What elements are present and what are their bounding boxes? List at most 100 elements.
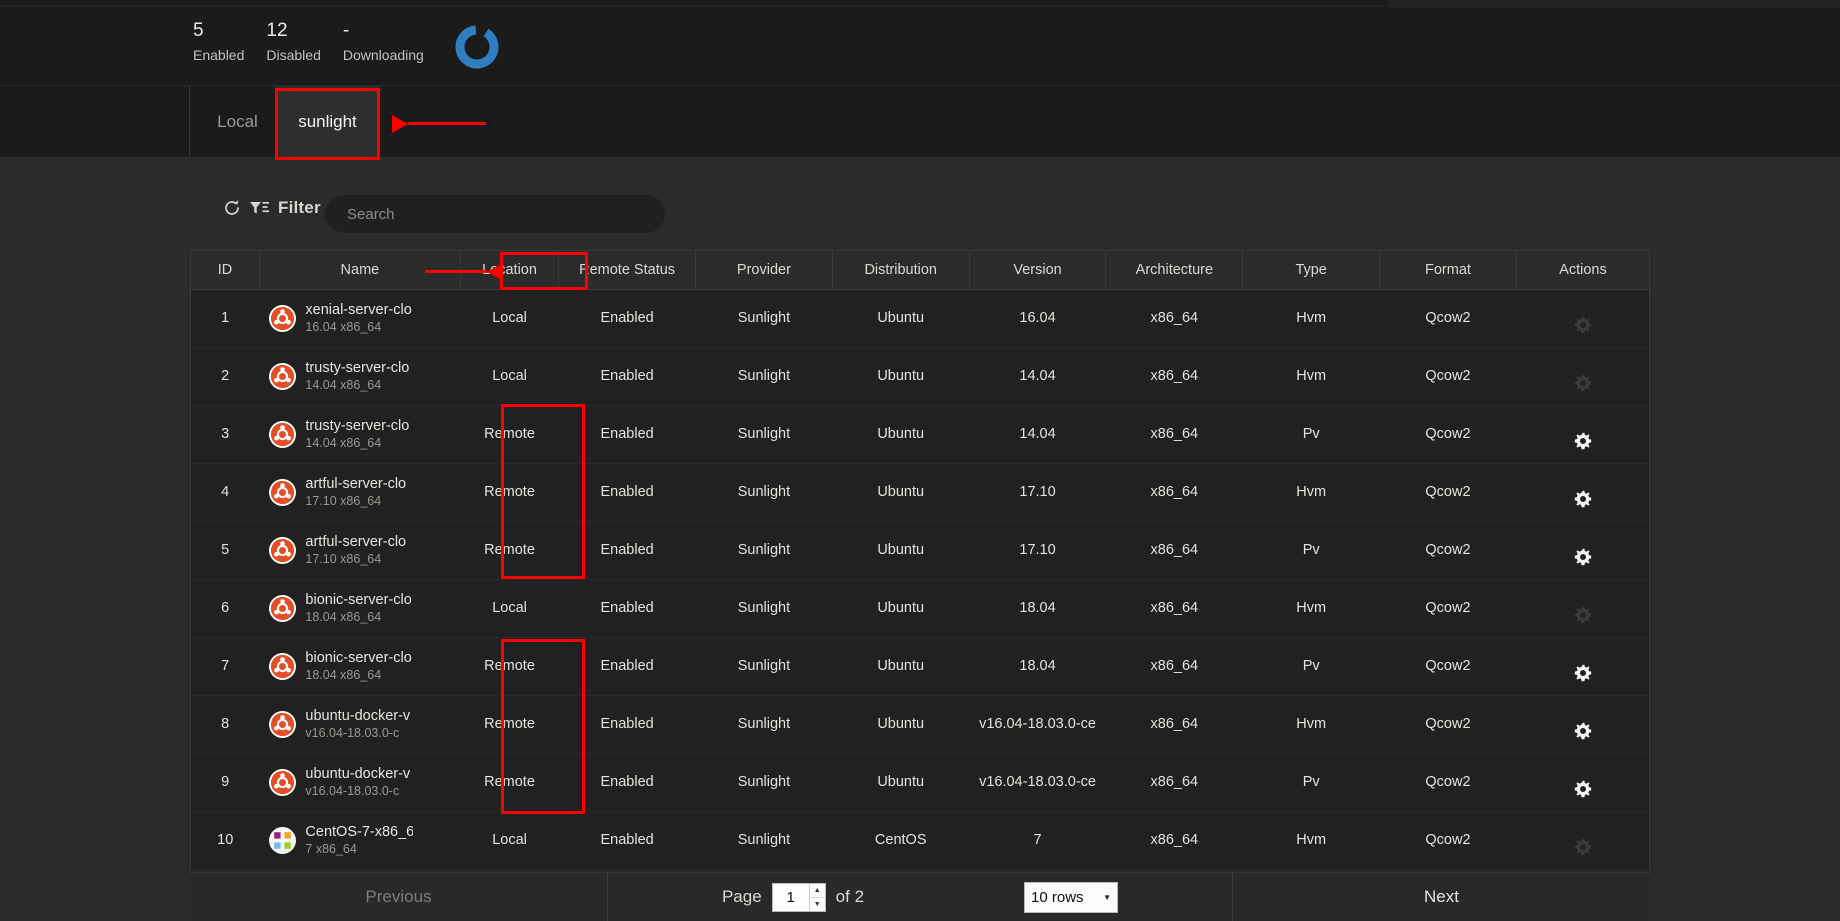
cell-name[interactable]: CentOS-7-x86_6 7 x86_64 <box>259 811 461 870</box>
cell-type: Pv <box>1242 637 1380 696</box>
cell-actions[interactable] <box>1516 521 1649 580</box>
table-row[interactable]: 3 trusty-server-clo 14.04 x86_64 Remote Enab… <box>191 405 1649 464</box>
table-row[interactable]: 2 trusty-server-clo 14.04 x86_64 Local Enabl… <box>191 347 1649 406</box>
table-row[interactable]: 1 xenial-server-clo 16.04 x86_64 Local Enabl… <box>191 289 1649 348</box>
cell-actions[interactable] <box>1516 579 1649 638</box>
gear-icon[interactable] <box>1574 316 1592 334</box>
refresh-icon[interactable] <box>222 198 242 218</box>
rows-per-page-select[interactable]: 10 rows ▼ <box>1024 881 1119 913</box>
col-header-provider[interactable]: Provider <box>695 251 833 290</box>
gear-icon[interactable] <box>1574 548 1592 566</box>
col-header-id[interactable]: ID <box>191 251 260 290</box>
cell-name[interactable]: xenial-server-clo 16.04 x86_64 <box>259 289 461 348</box>
image-name: CentOS-7-x86_6 <box>305 823 414 840</box>
cell-name[interactable]: ubuntu-docker-v v16.04-18.03.0-c <box>259 695 461 754</box>
col-header-name[interactable]: Name <box>259 251 461 290</box>
next-page-button[interactable]: Next <box>1232 872 1650 921</box>
table-row[interactable]: 4 artful-server-clo 17.10 x86_64 Remote Enab… <box>191 463 1649 522</box>
table-row[interactable]: 8 ubuntu-docker-v v16.04-18.03.0-c Remote En… <box>191 695 1649 754</box>
col-header-location[interactable]: Location <box>460 251 560 290</box>
cell-distribution: Ubuntu <box>832 289 970 348</box>
cell-name[interactable]: trusty-server-clo 14.04 x86_64 <box>259 405 461 464</box>
cell-version: v16.04-18.03.0-ce <box>969 695 1106 754</box>
previous-page-button[interactable]: Previous <box>190 872 608 921</box>
col-header-format[interactable]: Format <box>1379 251 1517 290</box>
tab-local[interactable]: Local <box>190 86 285 158</box>
cell-name[interactable]: ubuntu-docker-v v16.04-18.03.0-c <box>259 753 461 812</box>
table-row[interactable]: 7 bionic-server-clo 18.04 x86_64 Remote Enab… <box>191 637 1649 696</box>
cell-actions[interactable] <box>1516 347 1649 406</box>
search-input[interactable] <box>325 195 665 233</box>
cell-distribution: Ubuntu <box>832 521 970 580</box>
cell-version: 17.10 <box>969 463 1106 522</box>
cell-remote-status: Enabled <box>558 695 696 754</box>
cell-id: 3 <box>191 405 260 464</box>
filter-bar[interactable]: Filter <box>222 198 321 218</box>
page-number-stepper[interactable]: 1 ▲ ▼ <box>771 882 826 912</box>
stat-disabled-label: Disabled <box>266 47 321 63</box>
cell-architecture: x86_64 <box>1105 811 1243 870</box>
cell-architecture: x86_64 <box>1105 521 1243 580</box>
cell-version: 14.04 <box>969 347 1106 406</box>
cell-actions[interactable] <box>1516 811 1649 870</box>
gear-icon[interactable] <box>1574 664 1592 682</box>
cell-actions[interactable] <box>1516 289 1649 348</box>
image-name: bionic-server-clo <box>305 649 412 666</box>
col-header-remote-status[interactable]: Remote Status <box>558 251 696 290</box>
cell-architecture: x86_64 <box>1105 289 1243 348</box>
cell-name[interactable]: artful-server-clo 17.10 x86_64 <box>259 463 461 522</box>
ubuntu-logo-icon <box>269 768 297 796</box>
images-table: ID Name Location Remote Status Provider … <box>190 250 1650 870</box>
gear-icon[interactable] <box>1574 432 1592 450</box>
cell-architecture: x86_64 <box>1105 347 1243 406</box>
cell-actions[interactable] <box>1516 637 1649 696</box>
cell-location: Remote <box>460 695 559 754</box>
cell-actions[interactable] <box>1516 753 1649 812</box>
cell-actions[interactable] <box>1516 463 1649 522</box>
page-stepper-up-icon[interactable]: ▲ <box>809 883 825 898</box>
cell-location: Remote <box>460 463 559 522</box>
image-name-sub: v16.04-18.03.0-c <box>305 783 400 798</box>
cell-architecture: x86_64 <box>1105 579 1243 638</box>
cell-id: 2 <box>191 347 260 406</box>
image-name-sub: v16.04-18.03.0-c <box>305 725 400 740</box>
cell-name[interactable]: trusty-server-clo 14.04 x86_64 <box>259 347 461 406</box>
table-row[interactable]: 9 ubuntu-docker-v v16.04-18.03.0-c Remote En… <box>191 753 1649 812</box>
page-stepper-down-icon[interactable]: ▼ <box>809 897 825 911</box>
cell-actions[interactable] <box>1516 405 1649 464</box>
gear-icon[interactable] <box>1574 722 1592 740</box>
tab-sunlight[interactable]: sunlight <box>275 86 380 158</box>
cell-architecture: x86_64 <box>1105 637 1243 696</box>
cell-format: Qcow2 <box>1379 811 1517 870</box>
col-header-version[interactable]: Version <box>969 251 1107 290</box>
col-header-architecture[interactable]: Architecture <box>1105 251 1244 290</box>
cell-actions[interactable] <box>1516 695 1649 754</box>
gear-icon[interactable] <box>1574 780 1592 798</box>
image-name-sub: 18.04 x86_64 <box>305 609 382 624</box>
cell-id: 6 <box>191 579 260 638</box>
cell-location: Remote <box>460 521 559 580</box>
cell-location: Local <box>460 579 559 638</box>
page-stepper-buttons[interactable]: ▲ ▼ <box>808 883 825 911</box>
cell-name[interactable]: bionic-server-clo 18.04 x86_64 <box>259 637 461 696</box>
cell-name[interactable]: artful-server-clo 17.10 x86_64 <box>259 521 461 580</box>
cell-name[interactable]: bionic-server-clo 18.04 x86_64 <box>259 579 461 638</box>
table-row[interactable]: 10 CentOS-7-x86_6 7 x86_64 Local Enabled Sunl… <box>191 811 1649 870</box>
gear-icon[interactable] <box>1574 490 1592 508</box>
gear-icon[interactable] <box>1574 374 1592 392</box>
gear-icon[interactable] <box>1574 838 1592 856</box>
search-field-wrapper[interactable] <box>325 195 665 233</box>
table-row[interactable]: 6 bionic-server-clo 18.04 x86_64 Local Enabl… <box>191 579 1649 638</box>
cell-format: Qcow2 <box>1379 289 1517 348</box>
cell-distribution: Ubuntu <box>832 637 970 696</box>
table-row[interactable]: 5 artful-server-clo 17.10 x86_64 Remote Enab… <box>191 521 1649 580</box>
cell-provider: Sunlight <box>695 637 833 696</box>
page-number-value[interactable]: 1 <box>772 883 809 911</box>
funnel-filter-icon[interactable] <box>248 198 270 218</box>
col-header-distribution[interactable]: Distribution <box>832 251 970 290</box>
image-name: artful-server-clo <box>305 533 407 550</box>
image-name-sub: 14.04 x86_64 <box>305 377 382 392</box>
cell-location: Local <box>460 811 559 870</box>
col-header-type[interactable]: Type <box>1242 251 1381 290</box>
gear-icon[interactable] <box>1574 606 1592 624</box>
